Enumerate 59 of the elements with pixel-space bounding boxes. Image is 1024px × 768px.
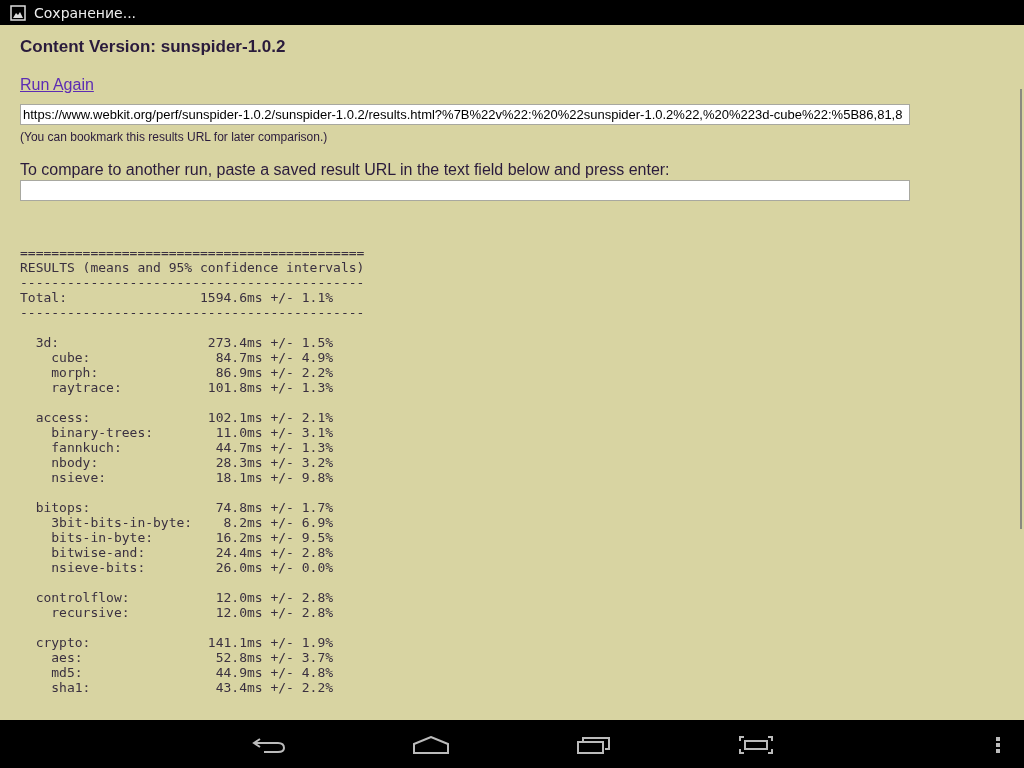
test-name: raytrace: <box>50 380 123 395</box>
test-time: 44.7ms +/- 1.3% <box>215 440 334 455</box>
test-name: bitwise-and: <box>50 545 147 560</box>
picture-icon <box>10 4 26 21</box>
recent-apps-icon[interactable] <box>577 736 611 754</box>
test-name: morph: <box>50 365 100 380</box>
results-title: RESULTS (means and 95% confidence intervals) <box>20 260 365 275</box>
notification-text: Сохранение... <box>34 4 137 21</box>
category-name: bitops: <box>34 500 92 515</box>
test-time: 86.9ms +/- 2.2% <box>215 365 334 380</box>
test-name: sha1: <box>50 680 92 695</box>
test-time: 28.3ms +/- 3.2% <box>215 455 334 470</box>
total-value: 1594.6ms +/- 1.1% <box>200 290 334 305</box>
test-name: md5: <box>50 665 84 680</box>
category-time: 141.1ms +/- 1.9% <box>207 635 334 650</box>
total-label: Total: <box>20 290 68 305</box>
test-name: 3bit-bits-in-byte: <box>50 515 194 530</box>
test-time: 44.9ms +/- 4.8% <box>215 665 334 680</box>
test-time: 16.2ms +/- 9.5% <box>215 530 334 545</box>
category-name: crypto: <box>34 635 92 650</box>
compare-url-field[interactable] <box>20 180 910 201</box>
test-time: 43.4ms +/- 2.2% <box>215 680 334 695</box>
test-name: cube: <box>50 350 92 365</box>
home-icon[interactable] <box>413 736 449 754</box>
test-name: nbody: <box>50 455 100 470</box>
test-name: nsieve-bits: <box>50 560 147 575</box>
test-time: 12.0ms +/- 2.8% <box>215 605 334 620</box>
screenshot-icon[interactable] <box>739 736 773 754</box>
rule-line: -------------------------------------------- <box>20 305 365 320</box>
run-again-link[interactable]: Run Again <box>20 75 94 95</box>
category-name: controlflow: <box>34 590 131 605</box>
test-name: fannkuch: <box>50 440 123 455</box>
category-time: 273.4ms +/- 1.5% <box>207 335 334 350</box>
category-name: 3d: <box>34 335 61 350</box>
rule-line: -------------------------------------------- <box>20 275 365 290</box>
test-time: 18.1ms +/- 9.8% <box>215 470 334 485</box>
category-time: 74.8ms +/- 1.7% <box>215 500 334 515</box>
page-heading: Content Version: sunspider-1.0.2 <box>20 37 287 57</box>
rule-line: ============================================ <box>20 245 365 260</box>
category-name: access: <box>34 410 92 425</box>
back-icon[interactable] <box>252 736 286 754</box>
category-time: 102.1ms +/- 2.1% <box>207 410 334 425</box>
test-name: nsieve: <box>50 470 108 485</box>
test-time: 11.0ms +/- 3.1% <box>215 425 334 440</box>
test-time: 52.8ms +/- 3.7% <box>215 650 334 665</box>
test-name: aes: <box>50 650 84 665</box>
test-time: 101.8ms +/- 1.3% <box>207 380 334 395</box>
test-name: bits-in-byte: <box>50 530 155 545</box>
test-time: 84.7ms +/- 4.9% <box>215 350 334 365</box>
test-name: binary-trees: <box>50 425 155 440</box>
overflow-menu-icon[interactable] <box>995 736 1001 754</box>
test-time: 8.2ms +/- 6.9% <box>223 515 334 530</box>
compare-label: To compare to another run, paste a saved result URL in the text field below and press enter: <box>20 160 671 180</box>
test-time: 24.4ms +/- 2.8% <box>215 545 334 560</box>
url-field[interactable]: https://www.webkit.org/perf/sunspider-1.0.2/sunspider-1.0.2/results.html?%7B%22v%22:%20%22sunspider-1.0.2%22,%20%223d-cube%22:%5B86,81,8 <box>20 104 910 125</box>
test-name: recursive: <box>50 605 131 620</box>
category-time: 12.0ms +/- 2.8% <box>215 590 334 605</box>
bookmark-note: (You can bookmark this results URL for later comparison.) <box>20 130 329 144</box>
test-time: 26.0ms +/- 0.0% <box>215 560 334 575</box>
